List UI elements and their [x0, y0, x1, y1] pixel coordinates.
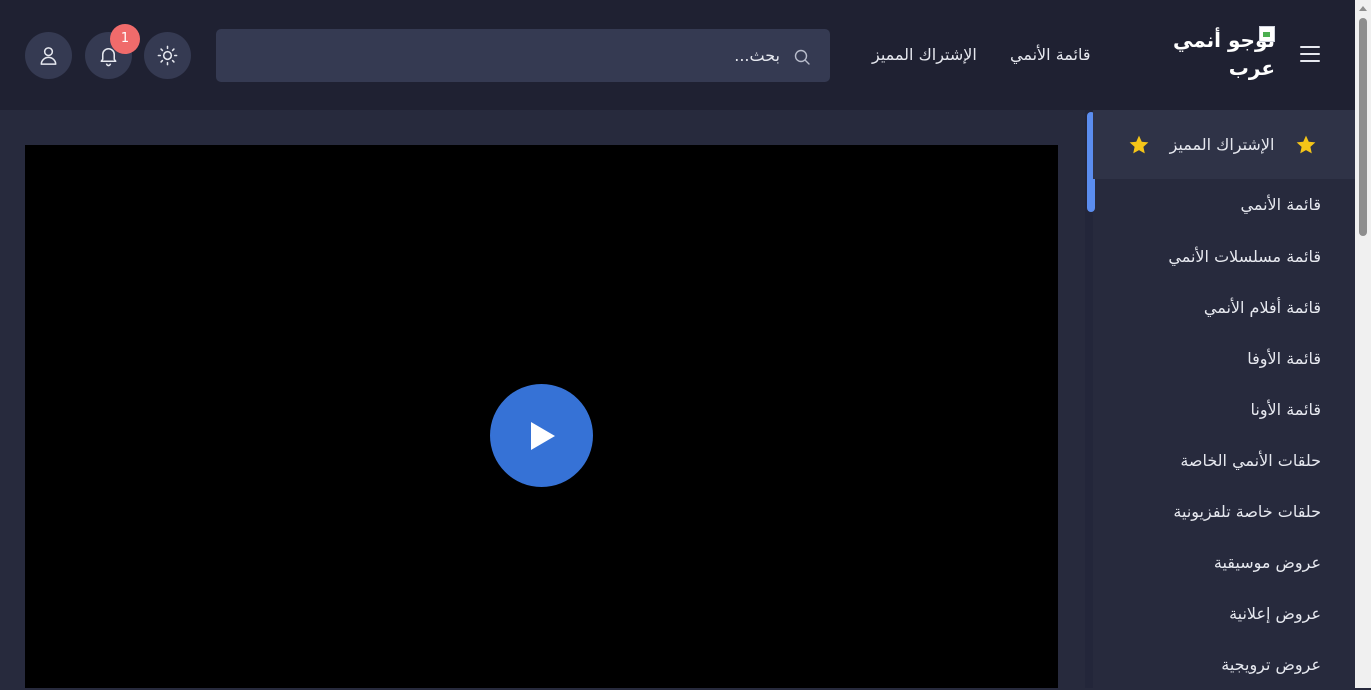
sidebar-item-cm[interactable]: عروض إعلانية — [1093, 588, 1355, 639]
sidebar-item-music[interactable]: عروض موسيقية — [1093, 537, 1355, 588]
user-account-button[interactable] — [25, 32, 72, 79]
sidebar-item-specials[interactable]: حلقات الأنمي الخاصة — [1093, 435, 1355, 486]
video-player[interactable] — [25, 145, 1058, 688]
sidebar-item-pv[interactable]: عروض ترويجية — [1093, 639, 1355, 690]
page-scroll-thumb[interactable] — [1359, 18, 1367, 236]
scroll-up-arrow-icon[interactable] — [1359, 6, 1367, 11]
star-icon — [1296, 135, 1316, 154]
star-icon — [1129, 135, 1149, 154]
sidebar-scrollbar[interactable] — [1085, 110, 1095, 688]
search-box — [216, 29, 830, 82]
search-input[interactable] — [216, 29, 790, 82]
broken-image-icon — [1259, 26, 1275, 42]
hamburger-icon[interactable] — [1298, 42, 1322, 66]
nav-premium[interactable]: الإشتراك المميز — [872, 44, 977, 66]
search-icon[interactable] — [794, 49, 810, 65]
sidebar-item-anime-series[interactable]: قائمة مسلسلات الأنمي — [1093, 231, 1355, 282]
page-scrollbar[interactable] — [1355, 0, 1371, 688]
sidebar-item-tv-specials[interactable]: حلقات خاصة تلفزيونية — [1093, 486, 1355, 537]
sun-icon — [157, 45, 178, 66]
sidebar-item-premium[interactable]: الإشتراك المميز — [1093, 110, 1355, 179]
sidebar-item-ova[interactable]: قائمة الأوفا — [1093, 333, 1355, 384]
sidebar-item-label: الإشتراك المميز — [1169, 135, 1275, 154]
play-icon — [531, 422, 555, 450]
sidebar-item-anime-movies[interactable]: قائمة أفلام الأنمي — [1093, 282, 1355, 333]
logo-alt-text: لوجو أنمي عرب — [1173, 28, 1275, 80]
site-logo[interactable]: لوجو أنمي عرب — [1150, 26, 1275, 86]
nav-anime-list[interactable]: قائمة الأنمي — [1010, 44, 1091, 66]
user-icon — [40, 47, 57, 65]
sidebar-item-anime-list[interactable]: قائمة الأنمي — [1093, 179, 1355, 231]
play-button[interactable] — [490, 384, 593, 487]
sidebar-item-ona[interactable]: قائمة الأونا — [1093, 384, 1355, 435]
top-header: لوجو أنمي عرب قائمة الأنمي الإشتراك المم… — [0, 0, 1355, 110]
theme-toggle-button[interactable] — [144, 32, 191, 79]
notification-badge: 1 — [110, 24, 140, 54]
sidebar-menu: قائمة الأنمي قائمة مسلسلات الأنمي قائمة … — [1093, 179, 1355, 690]
sidebar: الإشتراك المميز قائمة الأنمي قائمة مسلسل… — [1083, 110, 1355, 688]
